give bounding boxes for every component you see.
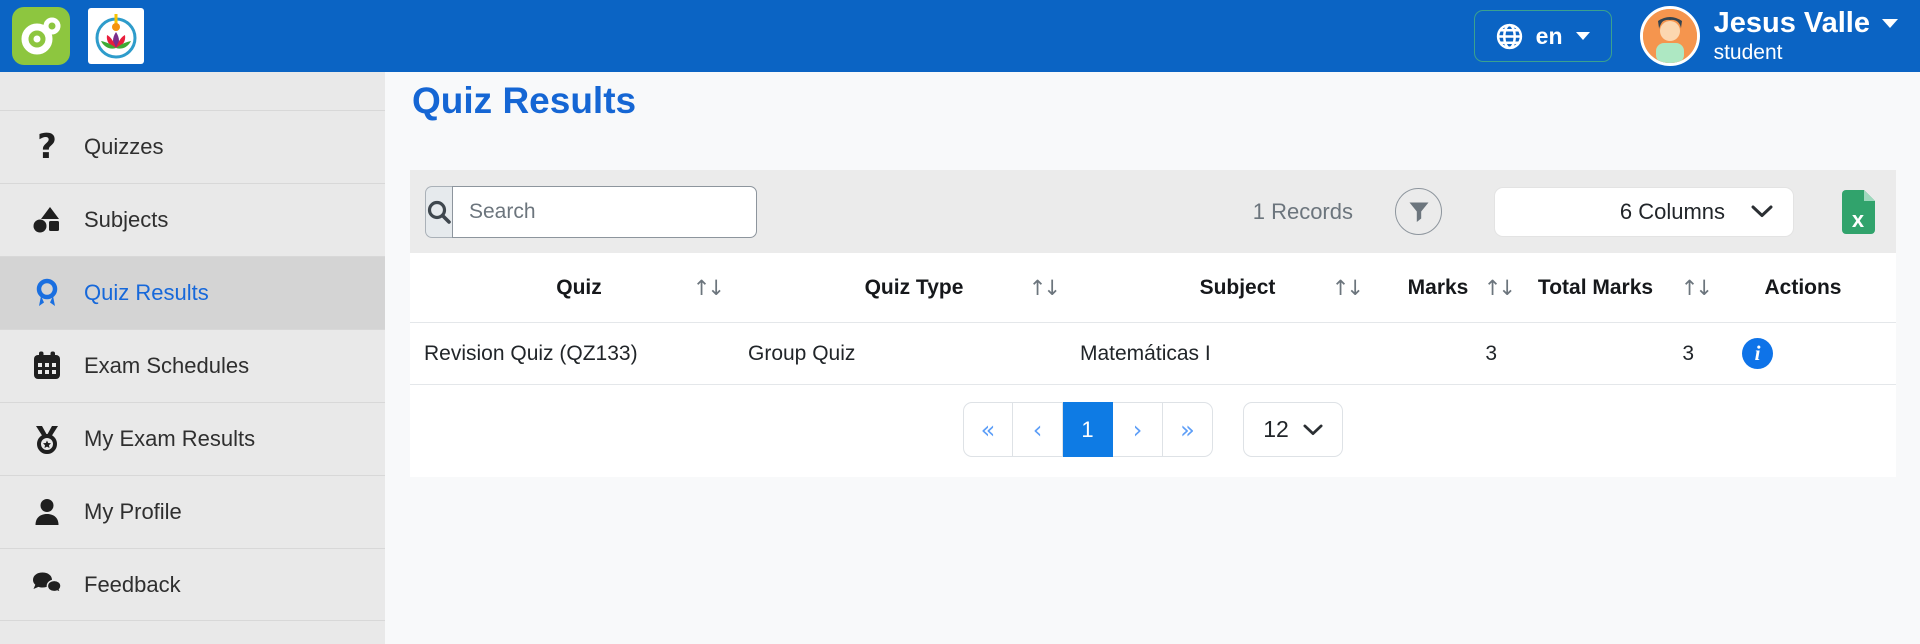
cell-subject: Matemáticas I	[1080, 323, 1395, 384]
excel-export-icon: x	[1838, 189, 1878, 235]
sort-icon[interactable]: ↑↓	[1029, 276, 1058, 300]
pagination-prev-button[interactable]: ‹	[1013, 402, 1063, 457]
sort-icon[interactable]: ↑↓	[1681, 276, 1710, 300]
avatar-illustration	[1643, 9, 1697, 63]
medal-icon	[30, 424, 64, 454]
quiz-app-logo-icon	[19, 14, 63, 58]
question-mark-icon: ?	[30, 127, 64, 167]
column-header-total-marks[interactable]: Total Marks ↑↓	[1515, 253, 1710, 322]
column-label: Subject	[1200, 276, 1276, 300]
globe-icon	[1496, 23, 1523, 50]
award-icon	[30, 278, 64, 308]
sidebar-navigation: ? Quizzes Subjects Quiz Results	[0, 72, 385, 644]
sidebar-item-subjects[interactable]: Subjects	[0, 183, 385, 256]
info-icon[interactable]: i	[1742, 338, 1773, 369]
column-header-quiz[interactable]: Quiz ↑↓	[410, 253, 748, 322]
column-label: Quiz Type	[865, 276, 964, 300]
table-header-row: Quiz ↑↓ Quiz Type ↑↓ Subject ↑↓ Marks ↑↓…	[410, 253, 1896, 323]
column-header-subject[interactable]: Subject ↑↓	[1080, 253, 1395, 322]
chevron-down-icon	[1751, 205, 1773, 218]
lotus-school-logo[interactable]	[88, 8, 144, 64]
top-header-bar: en Jesus Valle student	[0, 0, 1920, 72]
column-label: Actions	[1764, 276, 1841, 300]
column-header-quiz-type[interactable]: Quiz Type ↑↓	[748, 253, 1080, 322]
chat-icon	[30, 570, 64, 600]
sidebar-item-label: Exam Schedules	[84, 353, 249, 379]
excel-export-button[interactable]: x	[1838, 189, 1878, 235]
table-row: Revision Quiz (QZ133) Group Quiz Matemát…	[410, 323, 1896, 385]
columns-dropdown[interactable]: 6 Columns	[1494, 187, 1794, 237]
table-footer: « ‹ 1 › » 12	[410, 385, 1896, 477]
sidebar-item-quiz-results[interactable]: Quiz Results	[0, 256, 385, 329]
sidebar-item-my-profile[interactable]: My Profile	[0, 475, 385, 548]
table-toolbar: 1 Records 6 Columns x	[410, 170, 1896, 253]
filter-button[interactable]	[1395, 188, 1442, 235]
calendar-icon	[30, 351, 64, 381]
filter-icon	[1408, 201, 1430, 223]
pagination-next-button[interactable]: ›	[1113, 402, 1163, 457]
pagination-last-button[interactable]: »	[1163, 402, 1213, 457]
page-size-select[interactable]: 12	[1243, 402, 1343, 457]
shapes-icon	[30, 205, 64, 235]
user-menu-chevron-down-icon	[1882, 19, 1898, 28]
user-info-block[interactable]: Jesus Valle student	[1714, 7, 1898, 64]
page-title: Quiz Results	[412, 80, 636, 122]
main-content: Quiz Results 1 Records 6 Columns	[385, 72, 1920, 644]
sort-icon[interactable]: ↑↓	[1332, 276, 1361, 300]
column-label: Total Marks	[1538, 276, 1687, 300]
column-label: Quiz	[556, 276, 602, 300]
sidebar-item-quizzes[interactable]: ? Quizzes	[0, 110, 385, 183]
lotus-school-logo-icon	[92, 12, 140, 60]
sort-icon[interactable]: ↑↓	[693, 276, 722, 300]
sidebar-item-feedback[interactable]: Feedback	[0, 548, 385, 621]
sidebar-item-label: Quiz Results	[84, 280, 209, 306]
pagination-first-button[interactable]: «	[963, 402, 1013, 457]
sidebar-item-my-exam-results[interactable]: My Exam Results	[0, 402, 385, 475]
sidebar-item-label: My Profile	[84, 499, 182, 525]
sidebar-item-label: Quizzes	[84, 134, 163, 160]
column-header-actions: Actions	[1710, 253, 1896, 322]
sidebar-item-exam-schedules[interactable]: Exam Schedules	[0, 329, 385, 402]
chevron-down-icon	[1576, 32, 1590, 40]
pagination-page-1-button[interactable]: 1	[1063, 402, 1113, 457]
search-icon	[425, 186, 452, 238]
cell-marks: 3	[1395, 323, 1515, 384]
cell-quiz: Revision Quiz (QZ133)	[410, 323, 748, 384]
sidebar-item-label: My Exam Results	[84, 426, 255, 452]
svg-text:x: x	[1852, 207, 1865, 232]
sidebar-item-label: Subjects	[84, 207, 168, 233]
column-header-marks[interactable]: Marks ↑↓	[1395, 253, 1515, 322]
cell-actions: i	[1710, 323, 1896, 384]
language-code-label: en	[1536, 23, 1563, 50]
cell-total-marks: 3	[1515, 323, 1710, 384]
sort-icon[interactable]: ↑↓	[1484, 276, 1513, 300]
user-role: student	[1714, 41, 1898, 65]
person-icon	[30, 497, 64, 527]
search-input[interactable]	[452, 186, 757, 238]
chevron-down-icon	[1303, 424, 1323, 436]
sidebar-item-label: Feedback	[84, 572, 181, 598]
user-avatar[interactable]	[1640, 6, 1700, 66]
quiz-app-logo[interactable]	[12, 7, 70, 65]
search-group	[425, 186, 747, 238]
user-name: Jesus Valle	[1714, 7, 1870, 40]
page-size-value: 12	[1263, 416, 1289, 443]
language-selector-button[interactable]: en	[1474, 10, 1612, 62]
records-count-label: 1 Records	[1253, 199, 1353, 225]
columns-dropdown-label: 6 Columns	[1620, 199, 1725, 225]
pagination: « ‹ 1 › »	[963, 402, 1213, 457]
cell-quiz-type: Group Quiz	[748, 323, 1080, 384]
